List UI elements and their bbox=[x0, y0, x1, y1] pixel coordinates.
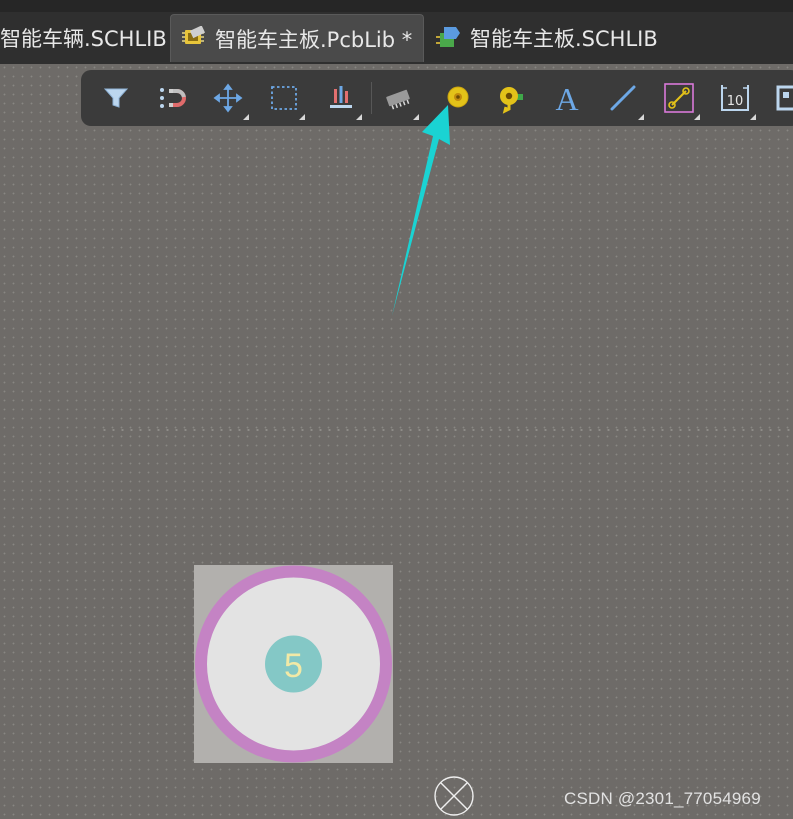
via-icon bbox=[500, 87, 523, 114]
align-icon bbox=[330, 86, 352, 108]
component-button[interactable] bbox=[379, 80, 419, 120]
place-line-button[interactable] bbox=[604, 80, 644, 120]
dropdown-indicator[interactable] bbox=[413, 114, 419, 120]
place-via-button[interactable] bbox=[492, 80, 530, 116]
snap-button[interactable] bbox=[153, 80, 191, 116]
document-tab-bar: 智能车辆.SCHLIB 智能车主板.PcbLib * 智能车主板.SCHLIB bbox=[0, 0, 793, 64]
grid-line bbox=[100, 429, 793, 431]
watermark: CSDN @2301_77054969 bbox=[564, 789, 761, 808]
magnet-icon bbox=[160, 88, 186, 108]
pad-graphic[interactable]: 5 bbox=[194, 565, 393, 763]
dashed-rectangle-icon bbox=[271, 86, 297, 110]
dropdown-indicator[interactable] bbox=[356, 114, 362, 120]
toolbar-separator bbox=[371, 82, 372, 114]
tab-strip-top bbox=[0, 0, 793, 12]
svg-text:A: A bbox=[555, 82, 578, 114]
align-button[interactable] bbox=[322, 80, 362, 120]
text-a-icon: A bbox=[555, 82, 578, 114]
move-arrows-icon bbox=[213, 83, 243, 113]
pad-designator: 5 bbox=[284, 647, 303, 685]
tab-schlib-board[interactable]: 智能车主板.SCHLIB bbox=[430, 14, 680, 62]
pad-selection-area[interactable]: 5 bbox=[194, 565, 393, 763]
dropdown-indicator[interactable] bbox=[243, 114, 249, 120]
active-bar-toolbar: A 10 bbox=[81, 70, 793, 126]
filter-button[interactable] bbox=[97, 80, 135, 116]
pad-icon bbox=[447, 86, 469, 108]
svg-text:10: 10 bbox=[727, 94, 744, 109]
tab-schlib-vehicle[interactable]: 智能车辆.SCHLIB bbox=[0, 14, 167, 62]
tab-label: 智能车主板.PcbLib * bbox=[215, 27, 413, 52]
dropdown-indicator[interactable] bbox=[694, 114, 700, 120]
dimension-icon: 10 bbox=[721, 85, 749, 111]
dropdown-indicator[interactable] bbox=[638, 114, 644, 120]
filter-icon bbox=[103, 88, 129, 108]
ic-chip-icon bbox=[386, 89, 410, 110]
move-button[interactable] bbox=[209, 80, 249, 120]
select-button[interactable] bbox=[265, 80, 305, 120]
line-icon bbox=[610, 85, 636, 111]
dropdown-indicator[interactable] bbox=[750, 114, 756, 120]
place-string-button[interactable]: A bbox=[548, 80, 586, 116]
dropdown-indicator[interactable] bbox=[299, 114, 305, 120]
route-icon bbox=[664, 83, 694, 113]
interactive-routing-button[interactable] bbox=[660, 80, 700, 120]
schlib-icon bbox=[436, 27, 460, 47]
tab-label: 智能车辆.SCHLIB bbox=[0, 27, 167, 51]
more-tools-button[interactable] bbox=[771, 80, 793, 116]
tab-pcblib[interactable]: 智能车主板.PcbLib * bbox=[170, 14, 424, 62]
dimension-button[interactable]: 10 bbox=[716, 80, 756, 120]
pcblib-icon bbox=[182, 25, 206, 44]
rectangle-icon bbox=[776, 85, 793, 111]
place-pad-button[interactable] bbox=[436, 80, 474, 116]
tab-label: 智能车主板.SCHLIB bbox=[470, 27, 658, 51]
origin-marker bbox=[434, 776, 474, 816]
